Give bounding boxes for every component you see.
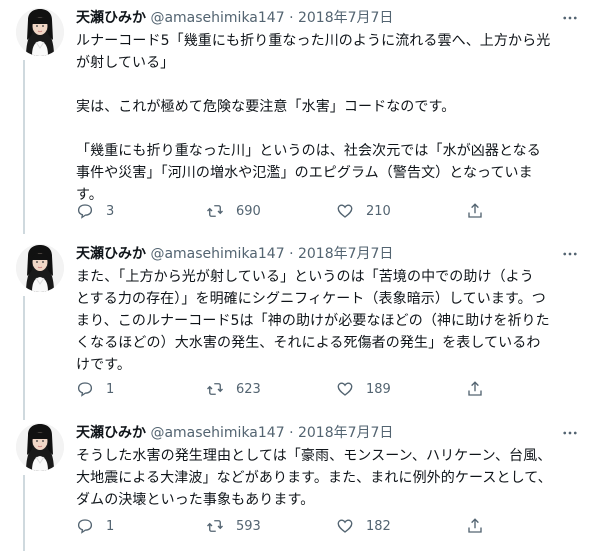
tweet-text: そうした水害の発生理由としては「豪雨、モンスーン、ハリケーン、台風、 大地震によ… xyxy=(76,448,552,508)
more-options-icon[interactable] xyxy=(560,8,580,28)
tweet-date[interactable]: 2018年7月7日 xyxy=(298,246,393,262)
separator-dot: · xyxy=(289,10,294,26)
like-button[interactable]: 182 xyxy=(336,517,466,535)
share-icon xyxy=(468,518,482,533)
more-options-icon[interactable] xyxy=(560,244,580,264)
reply-icon xyxy=(77,519,93,534)
share-button[interactable] xyxy=(466,202,506,220)
separator-dot: · xyxy=(289,246,294,262)
reply-count: 3 xyxy=(106,203,115,219)
retweet-icon xyxy=(207,383,223,395)
tweet-date[interactable]: 2018年7月7日 xyxy=(298,425,393,441)
separator-dot: · xyxy=(289,425,294,441)
retweet-button[interactable]: 623 xyxy=(206,380,336,398)
retweet-button[interactable]: 690 xyxy=(206,202,336,220)
tweet[interactable]: 天瀬ひみか @amasehimika147 · 2018年7月7日 また、「上方… xyxy=(0,244,596,420)
retweet-icon xyxy=(207,205,223,217)
thread-line xyxy=(23,296,25,420)
reply-button[interactable]: 3 xyxy=(76,202,206,220)
avatar[interactable] xyxy=(16,244,64,292)
tweet-text: ルナーコード5「幾重にも折り重なった川のように流れる雲へ、上方から光 が射してい… xyxy=(76,33,551,203)
more-options-icon[interactable] xyxy=(560,423,580,443)
heart-icon xyxy=(337,382,353,396)
retweet-icon xyxy=(207,520,223,532)
display-name[interactable]: 天瀬ひみか xyxy=(76,246,146,262)
display-name[interactable]: 天瀬ひみか xyxy=(76,425,146,441)
share-icon xyxy=(468,203,482,218)
reply-icon xyxy=(77,382,93,397)
retweet-count: 623 xyxy=(236,381,261,397)
user-handle[interactable]: @amasehimika147 xyxy=(150,425,284,441)
like-count: 182 xyxy=(366,518,391,534)
reply-icon xyxy=(77,204,93,219)
share-button[interactable] xyxy=(466,380,506,398)
reply-button[interactable]: 1 xyxy=(76,517,206,535)
tweet[interactable]: 天瀬ひみか @amasehimika147 · 2018年7月7日 ルナーコード… xyxy=(0,8,596,234)
avatar[interactable] xyxy=(16,8,64,56)
share-button[interactable] xyxy=(466,517,506,535)
heart-icon xyxy=(337,519,353,533)
like-button[interactable]: 210 xyxy=(336,202,466,220)
user-handle[interactable]: @amasehimika147 xyxy=(150,10,284,26)
display-name[interactable]: 天瀬ひみか xyxy=(76,10,146,26)
like-button[interactable]: 189 xyxy=(336,380,466,398)
like-count: 189 xyxy=(366,381,391,397)
tweet-text: また、「上方から光が射している」というのは「苦境の中での助け（よう とする力の存… xyxy=(76,269,550,373)
reply-count: 1 xyxy=(106,381,115,397)
tweet-actions: 1 593 182 xyxy=(76,516,516,536)
avatar[interactable] xyxy=(16,423,64,471)
retweet-count: 690 xyxy=(236,203,261,219)
thread-line xyxy=(23,60,25,234)
tweet-header: 天瀬ひみか @amasehimika147 · 2018年7月7日 xyxy=(76,8,580,28)
thread-line xyxy=(23,475,25,551)
tweet-actions: 1 623 189 xyxy=(76,379,516,399)
tweet-header: 天瀬ひみか @amasehimika147 · 2018年7月7日 xyxy=(76,423,580,443)
tweet-actions: 3 690 210 xyxy=(76,201,516,221)
retweet-button[interactable]: 593 xyxy=(206,517,336,535)
user-handle[interactable]: @amasehimika147 xyxy=(150,246,284,262)
like-count: 210 xyxy=(366,203,391,219)
reply-button[interactable]: 1 xyxy=(76,380,206,398)
reply-count: 1 xyxy=(106,518,115,534)
retweet-count: 593 xyxy=(236,518,261,534)
tweet-header: 天瀬ひみか @amasehimika147 · 2018年7月7日 xyxy=(76,244,580,264)
share-icon xyxy=(468,381,482,396)
heart-icon xyxy=(337,204,353,218)
tweet[interactable]: 天瀬ひみか @amasehimika147 · 2018年7月7日 そうした水害… xyxy=(0,423,596,551)
tweet-date[interactable]: 2018年7月7日 xyxy=(298,10,393,26)
